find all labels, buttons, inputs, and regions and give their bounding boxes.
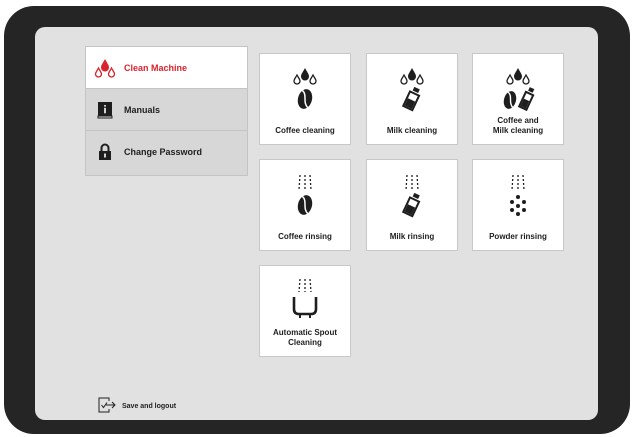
sidebar-item-label: Manuals	[124, 104, 161, 115]
sidebar-item-label: Clean Machine	[124, 62, 188, 73]
tile-coffee-milk-cleaning[interactable]: Coffee and Milk cleaning	[472, 53, 564, 145]
sidebar-item-label: Change Password	[124, 147, 203, 157]
save-and-logout-button[interactable]: Save and logout	[98, 397, 176, 415]
sidebar-item-manuals[interactable]: Manuals	[86, 89, 247, 131]
tile-coffee-cleaning[interactable]: Coffee cleaning	[259, 53, 351, 145]
milk-rinsing-icon	[367, 170, 457, 218]
tile-label: Coffee cleaning	[275, 126, 335, 135]
tile-coffee-rinsing[interactable]: Coffee rinsing	[259, 159, 351, 251]
coffee-rinsing-icon	[260, 170, 350, 218]
drops-icon	[94, 58, 116, 78]
tile-label: Coffee rinsing	[278, 232, 332, 241]
sidebar-menu: Clean Machine Manuals Change Password	[85, 46, 248, 176]
coffee-cleaning-icon	[260, 64, 350, 112]
milk-cleaning-icon	[367, 64, 457, 112]
tile-milk-rinsing[interactable]: Milk rinsing	[366, 159, 458, 251]
tile-label: Milk rinsing	[389, 232, 435, 241]
powder-rinsing-icon	[473, 170, 563, 218]
spout-cleaning-icon	[260, 276, 350, 324]
logout-icon	[98, 397, 116, 415]
tile-label: Powder rinsing	[489, 232, 547, 241]
sidebar-item-clean-machine[interactable]: Clean Machine	[86, 47, 247, 89]
tile-milk-cleaning[interactable]: Milk cleaning	[366, 53, 458, 145]
tile-label: Milk cleaning	[386, 126, 438, 135]
coffee-milk-cleaning-icon	[473, 64, 563, 112]
sidebar-item-change-password[interactable]: Change Password	[86, 131, 247, 173]
logout-label: Save and logout	[122, 402, 177, 410]
padlock-icon	[94, 143, 116, 161]
manual-book-icon	[94, 101, 116, 119]
tile-label: Automatic Spout Cleaning	[273, 328, 337, 347]
tile-label: Coffee and Milk cleaning	[492, 116, 544, 135]
tile-automatic-spout-cleaning[interactable]: Automatic Spout Cleaning	[259, 265, 351, 357]
tile-powder-rinsing[interactable]: Powder rinsing	[472, 159, 564, 251]
